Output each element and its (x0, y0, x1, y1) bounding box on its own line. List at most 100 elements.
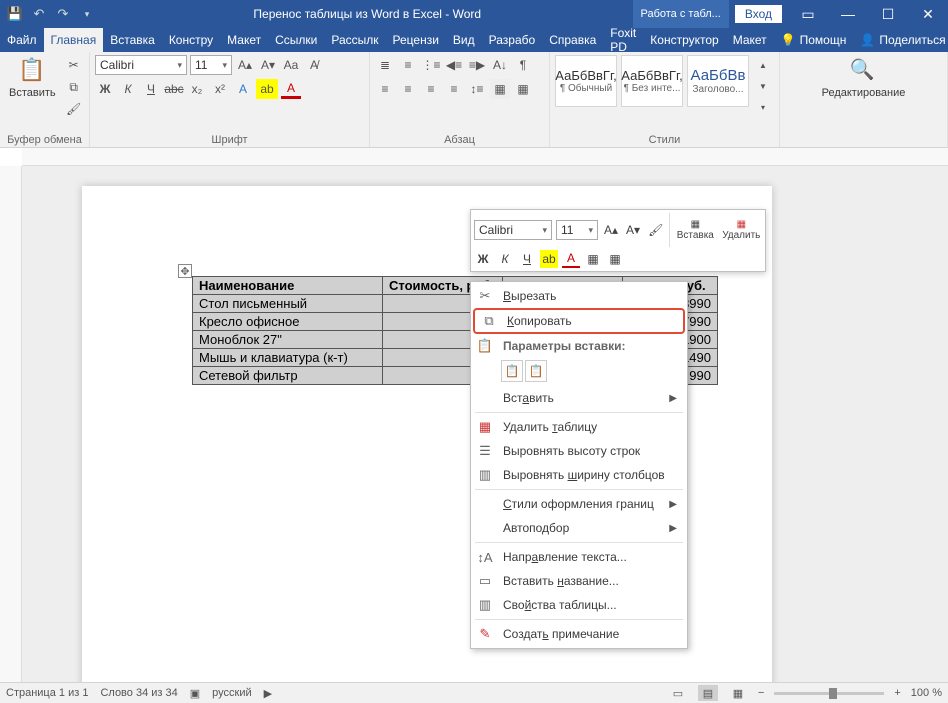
ctx-paste[interactable]: Вставить▶ (471, 386, 687, 410)
close-icon[interactable]: ✕ (908, 0, 948, 28)
paste-option-2[interactable]: 📋 (525, 360, 547, 382)
highlight-icon[interactable]: ab (256, 79, 278, 99)
ctx-distribute-rows[interactable]: ☰Выровнять высоту строк (471, 439, 687, 463)
ctx-distribute-cols[interactable]: ▥Выровнять ширину столбцов (471, 463, 687, 487)
maximize-icon[interactable]: ☐ (868, 0, 908, 28)
save-icon[interactable]: 💾 (6, 5, 24, 23)
ruler-horizontal[interactable] (22, 148, 948, 166)
qat-dropdown-icon[interactable]: ▾ (78, 5, 96, 23)
font-color-icon[interactable]: A (281, 79, 301, 99)
mini-delete-button[interactable]: ▦Удалить (720, 213, 762, 247)
ctx-cut[interactable]: ✂Вырезать (471, 284, 687, 308)
tab-table-layout[interactable]: Макет (726, 28, 774, 52)
align-right-icon[interactable]: ≡ (421, 79, 441, 99)
tab-share[interactable]: 👤Поделиться (853, 28, 948, 52)
mini-insert-button[interactable]: ▦Вставка (674, 213, 716, 247)
tab-layout[interactable]: Макет (220, 28, 268, 52)
ctx-delete-table[interactable]: ▦Удалить таблицу (471, 415, 687, 439)
mini-grow-font-icon[interactable]: A▴ (602, 221, 620, 239)
sign-in-button[interactable]: Вход (735, 5, 782, 23)
tab-home[interactable]: Главная (44, 28, 104, 52)
redo-icon[interactable]: ↷ (54, 5, 72, 23)
tab-help[interactable]: Справка (542, 28, 603, 52)
view-web-icon[interactable]: ▦ (728, 685, 748, 701)
multilevel-icon[interactable]: ⋮≡ (421, 55, 441, 75)
zoom-level[interactable]: 100 % (911, 687, 942, 699)
bullets-icon[interactable]: ≣ (375, 55, 395, 75)
tab-review[interactable]: Рецензи (386, 28, 446, 52)
mini-underline-icon[interactable]: Ч (518, 250, 536, 268)
subscript-icon[interactable]: x₂ (187, 79, 207, 99)
mini-size-combo[interactable]: 11▾ (556, 220, 598, 240)
align-center-icon[interactable]: ≡ (398, 79, 418, 99)
ctx-autofit[interactable]: Автоподбор▶ (471, 516, 687, 540)
tab-design[interactable]: Констру (162, 28, 220, 52)
tab-developer[interactable]: Разрабо (482, 28, 543, 52)
tab-view[interactable]: Вид (446, 28, 482, 52)
justify-icon[interactable]: ≡ (444, 79, 464, 99)
minimize-icon[interactable]: — (828, 0, 868, 28)
mini-highlight-icon[interactable]: ab (540, 250, 558, 268)
tab-references[interactable]: Ссылки (268, 28, 324, 52)
text-effects-icon[interactable]: A (233, 79, 253, 99)
status-page[interactable]: Страница 1 из 1 (6, 687, 88, 699)
show-marks-icon[interactable]: ¶ (513, 55, 533, 75)
shading-icon[interactable]: ▦ (490, 79, 510, 99)
mini-font-color-icon[interactable]: A (562, 250, 580, 268)
shrink-font-icon[interactable]: A▾ (258, 55, 278, 75)
align-left-icon[interactable]: ≡ (375, 79, 395, 99)
mini-italic-icon[interactable]: К (496, 250, 514, 268)
status-proofing-icon[interactable]: ▣ (190, 687, 200, 700)
ctx-table-properties[interactable]: ▥Свойства таблицы... (471, 593, 687, 617)
ctx-copy[interactable]: ⧉Копировать (473, 308, 685, 334)
clear-format-icon[interactable]: A̸ (304, 55, 324, 75)
style-nospacing[interactable]: АаБбВвГг, ¶ Без инте... (621, 55, 683, 107)
grow-font-icon[interactable]: A▴ (235, 55, 255, 75)
ctx-border-styles[interactable]: Стили оформления границ▶ (471, 492, 687, 516)
change-case-icon[interactable]: Aa (281, 55, 301, 75)
zoom-out-icon[interactable]: − (758, 687, 764, 699)
style-heading1[interactable]: АаБбВв Заголово... (687, 55, 749, 107)
mini-shrink-font-icon[interactable]: A▾ (624, 221, 642, 239)
zoom-slider[interactable] (774, 692, 884, 695)
tab-mailings[interactable]: Рассылк (324, 28, 385, 52)
ribbon-options-icon[interactable]: ▭ (788, 0, 828, 28)
ctx-text-direction[interactable]: ↕AНаправление текста... (471, 545, 687, 569)
undo-icon[interactable]: ↶ (30, 5, 48, 23)
ruler-vertical[interactable] (0, 166, 22, 682)
sort-icon[interactable]: A↓ (490, 55, 510, 75)
styles-up-icon[interactable]: ▲ (753, 55, 773, 75)
underline-icon[interactable]: Ч (141, 79, 161, 99)
style-normal[interactable]: АаБбВвГг, ¶ Обычный (555, 55, 617, 107)
ctx-insert-caption[interactable]: ▭Вставить название... (471, 569, 687, 593)
th-name[interactable]: Наименование (193, 277, 383, 295)
line-spacing-icon[interactable]: ↕≡ (467, 79, 487, 99)
decrease-indent-icon[interactable]: ◀≡ (444, 55, 464, 75)
table-move-handle-icon[interactable]: ✥ (178, 264, 192, 278)
font-name-combo[interactable]: Calibri▾ (95, 55, 187, 75)
status-words[interactable]: Слово 34 из 34 (100, 687, 177, 699)
bold-icon[interactable]: Ж (95, 79, 115, 99)
find-button[interactable]: 🔍 Редактирование (818, 55, 910, 101)
mini-format-painter-icon[interactable]: 🖌 (646, 221, 665, 239)
tab-insert[interactable]: Вставка (103, 28, 162, 52)
superscript-icon[interactable]: x² (210, 79, 230, 99)
view-read-icon[interactable]: ▭ (668, 685, 688, 701)
font-size-combo[interactable]: 11▾ (190, 55, 232, 75)
numbering-icon[interactable]: ≡ (398, 55, 418, 75)
italic-icon[interactable]: К (118, 79, 138, 99)
format-painter-icon[interactable]: 🖌 (64, 99, 84, 119)
copy-icon[interactable]: ⧉ (64, 77, 84, 97)
mini-font-combo[interactable]: Calibri▾ (474, 220, 552, 240)
ctx-new-comment[interactable]: ✎Создать примечание (471, 622, 687, 646)
tab-table-constructor[interactable]: Конструктор (643, 28, 725, 52)
mini-shading-icon[interactable]: ▦ (584, 250, 602, 268)
styles-down-icon[interactable]: ▼ (753, 76, 773, 96)
status-language[interactable]: русский (212, 687, 251, 699)
status-macro-icon[interactable]: ▶ (264, 687, 272, 700)
increase-indent-icon[interactable]: ≡▶ (467, 55, 487, 75)
tab-tellme[interactable]: 💡Помощн (774, 28, 854, 52)
zoom-in-icon[interactable]: + (894, 687, 900, 699)
mini-borders-icon[interactable]: ▦ (606, 250, 624, 268)
paste-option-1[interactable]: 📋 (501, 360, 523, 382)
